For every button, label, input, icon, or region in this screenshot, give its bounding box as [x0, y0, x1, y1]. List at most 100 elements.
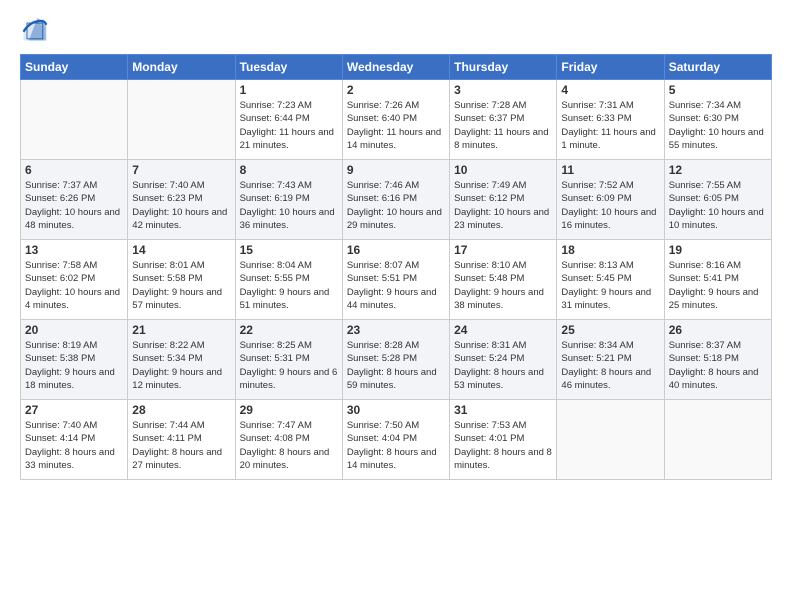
- calendar-cell: 20 Sunrise: 8:19 AM Sunset: 5:38 PM Dayli…: [21, 320, 128, 400]
- day-number: 12: [669, 163, 767, 177]
- cell-text: Sunrise: 7:23 AM Sunset: 6:44 PM Dayligh…: [240, 99, 338, 152]
- calendar-body: 1 Sunrise: 7:23 AM Sunset: 6:44 PM Daylig…: [21, 80, 772, 480]
- day-number: 4: [561, 83, 659, 97]
- cell-text: Sunrise: 8:19 AM Sunset: 5:38 PM Dayligh…: [25, 339, 123, 392]
- calendar-cell: 30 Sunrise: 7:50 AM Sunset: 4:04 PM Dayli…: [342, 400, 449, 480]
- calendar-cell: 5Sunrise: 7:34 AM Sunset: 6:30 PM Daylig…: [664, 80, 771, 160]
- calendar-week: 13Sunrise: 7:58 AM Sunset: 6:02 PM Dayli…: [21, 240, 772, 320]
- day-number: 17: [454, 243, 552, 257]
- cell-text: Sunrise: 8:01 AM Sunset: 5:58 PM Dayligh…: [132, 259, 230, 312]
- calendar-cell: 12 Sunrise: 7:55 AM Sunset: 6:05 PM Dayli…: [664, 160, 771, 240]
- calendar-cell: 4 Sunrise: 7:31 AM Sunset: 6:33 PM Daylig…: [557, 80, 664, 160]
- day-number: 19: [669, 243, 767, 257]
- cell-text: Sunrise: 7:34 AM Sunset: 6:30 PM Dayligh…: [669, 99, 767, 152]
- day-number: 6: [25, 163, 123, 177]
- cell-text: Sunrise: 8:10 AM Sunset: 5:48 PM Dayligh…: [454, 259, 552, 312]
- header: [20, 16, 772, 44]
- day-number: 18: [561, 243, 659, 257]
- day-number: 2: [347, 83, 445, 97]
- calendar-cell: 24 Sunrise: 8:31 AM Sunset: 5:24 PM Dayli…: [450, 320, 557, 400]
- day-number: 8: [240, 163, 338, 177]
- cell-text: Sunrise: 7:53 AM Sunset: 4:01 PM Dayligh…: [454, 419, 552, 472]
- cell-text: Sunrise: 8:31 AM Sunset: 5:24 PM Dayligh…: [454, 339, 552, 392]
- calendar-header: SundayMondayTuesdayWednesdayThursdayFrid…: [21, 55, 772, 80]
- cell-text: Sunrise: 7:50 AM Sunset: 4:04 PM Dayligh…: [347, 419, 445, 472]
- day-number: 24: [454, 323, 552, 337]
- calendar-cell: 10Sunrise: 7:49 AM Sunset: 6:12 PM Dayli…: [450, 160, 557, 240]
- day-number: 15: [240, 243, 338, 257]
- cell-text: Sunrise: 7:40 AM Sunset: 6:23 PM Dayligh…: [132, 179, 230, 232]
- calendar-cell: [664, 400, 771, 480]
- day-number: 20: [25, 323, 123, 337]
- calendar-cell: 17 Sunrise: 8:10 AM Sunset: 5:48 PM Dayli…: [450, 240, 557, 320]
- calendar-cell: 27 Sunrise: 7:40 AM Sunset: 4:14 PM Dayli…: [21, 400, 128, 480]
- cell-text: Sunrise: 8:07 AM Sunset: 5:51 PM Dayligh…: [347, 259, 445, 312]
- day-number: 1: [240, 83, 338, 97]
- calendar-cell: 9Sunrise: 7:46 AM Sunset: 6:16 PM Daylig…: [342, 160, 449, 240]
- weekday-header: Monday: [128, 55, 235, 80]
- cell-text: Sunrise: 8:37 AM Sunset: 5:18 PM Dayligh…: [669, 339, 767, 392]
- calendar-week: 6 Sunrise: 7:37 AM Sunset: 6:26 PM Daylig…: [21, 160, 772, 240]
- calendar-cell: 28Sunrise: 7:44 AM Sunset: 4:11 PM Dayli…: [128, 400, 235, 480]
- calendar-cell: [21, 80, 128, 160]
- calendar-cell: 18 Sunrise: 8:13 AM Sunset: 5:45 PM Dayli…: [557, 240, 664, 320]
- cell-text: Sunrise: 8:25 AM Sunset: 5:31 PM Dayligh…: [240, 339, 338, 392]
- cell-text: Sunrise: 7:46 AM Sunset: 6:16 PM Dayligh…: [347, 179, 445, 232]
- calendar-cell: 23 Sunrise: 8:28 AM Sunset: 5:28 PM Dayli…: [342, 320, 449, 400]
- calendar-cell: 21 Sunrise: 8:22 AM Sunset: 5:34 PM Dayli…: [128, 320, 235, 400]
- weekday-header: Friday: [557, 55, 664, 80]
- calendar-cell: 14Sunrise: 8:01 AM Sunset: 5:58 PM Dayli…: [128, 240, 235, 320]
- cell-text: Sunrise: 7:37 AM Sunset: 6:26 PM Dayligh…: [25, 179, 123, 232]
- cell-text: Sunrise: 7:47 AM Sunset: 4:08 PM Dayligh…: [240, 419, 338, 472]
- calendar-cell: 22 Sunrise: 8:25 AM Sunset: 5:31 PM Dayli…: [235, 320, 342, 400]
- cell-text: Sunrise: 7:26 AM Sunset: 6:40 PM Dayligh…: [347, 99, 445, 152]
- weekday-header: Thursday: [450, 55, 557, 80]
- logo: [20, 16, 52, 44]
- calendar-cell: 8 Sunrise: 7:43 AM Sunset: 6:19 PM Daylig…: [235, 160, 342, 240]
- day-number: 22: [240, 323, 338, 337]
- day-number: 23: [347, 323, 445, 337]
- weekday-header: Tuesday: [235, 55, 342, 80]
- cell-text: Sunrise: 7:44 AM Sunset: 4:11 PM Dayligh…: [132, 419, 230, 472]
- cell-text: Sunrise: 8:34 AM Sunset: 5:21 PM Dayligh…: [561, 339, 659, 392]
- day-number: 26: [669, 323, 767, 337]
- calendar-cell: 6 Sunrise: 7:37 AM Sunset: 6:26 PM Daylig…: [21, 160, 128, 240]
- calendar-week: 20 Sunrise: 8:19 AM Sunset: 5:38 PM Dayli…: [21, 320, 772, 400]
- day-number: 3: [454, 83, 552, 97]
- cell-text: Sunrise: 7:49 AM Sunset: 6:12 PM Dayligh…: [454, 179, 552, 232]
- calendar-cell: [128, 80, 235, 160]
- cell-text: Sunrise: 8:04 AM Sunset: 5:55 PM Dayligh…: [240, 259, 338, 312]
- cell-text: Sunrise: 7:28 AM Sunset: 6:37 PM Dayligh…: [454, 99, 552, 152]
- cell-text: Sunrise: 7:55 AM Sunset: 6:05 PM Dayligh…: [669, 179, 767, 232]
- cell-text: Sunrise: 8:22 AM Sunset: 5:34 PM Dayligh…: [132, 339, 230, 392]
- day-number: 29: [240, 403, 338, 417]
- weekday-header: Sunday: [21, 55, 128, 80]
- cell-text: Sunrise: 8:16 AM Sunset: 5:41 PM Dayligh…: [669, 259, 767, 312]
- cell-text: Sunrise: 7:52 AM Sunset: 6:09 PM Dayligh…: [561, 179, 659, 232]
- calendar-cell: 31 Sunrise: 7:53 AM Sunset: 4:01 PM Dayli…: [450, 400, 557, 480]
- day-number: 21: [132, 323, 230, 337]
- day-number: 27: [25, 403, 123, 417]
- calendar-cell: 7 Sunrise: 7:40 AM Sunset: 6:23 PM Daylig…: [128, 160, 235, 240]
- calendar-table: SundayMondayTuesdayWednesdayThursdayFrid…: [20, 54, 772, 480]
- calendar-cell: 26 Sunrise: 8:37 AM Sunset: 5:18 PM Dayli…: [664, 320, 771, 400]
- logo-icon: [20, 16, 48, 44]
- calendar-week: 27 Sunrise: 7:40 AM Sunset: 4:14 PM Dayli…: [21, 400, 772, 480]
- page: SundayMondayTuesdayWednesdayThursdayFrid…: [0, 0, 792, 612]
- cell-text: Sunrise: 7:43 AM Sunset: 6:19 PM Dayligh…: [240, 179, 338, 232]
- calendar-cell: 1 Sunrise: 7:23 AM Sunset: 6:44 PM Daylig…: [235, 80, 342, 160]
- calendar-cell: 16Sunrise: 8:07 AM Sunset: 5:51 PM Dayli…: [342, 240, 449, 320]
- day-number: 30: [347, 403, 445, 417]
- cell-text: Sunrise: 7:40 AM Sunset: 4:14 PM Dayligh…: [25, 419, 123, 472]
- cell-text: Sunrise: 7:58 AM Sunset: 6:02 PM Dayligh…: [25, 259, 123, 312]
- cell-text: Sunrise: 7:31 AM Sunset: 6:33 PM Dayligh…: [561, 99, 659, 152]
- cell-text: Sunrise: 8:28 AM Sunset: 5:28 PM Dayligh…: [347, 339, 445, 392]
- calendar-cell: 3 Sunrise: 7:28 AM Sunset: 6:37 PM Daylig…: [450, 80, 557, 160]
- weekday-row: SundayMondayTuesdayWednesdayThursdayFrid…: [21, 55, 772, 80]
- weekday-header: Wednesday: [342, 55, 449, 80]
- day-number: 7: [132, 163, 230, 177]
- day-number: 31: [454, 403, 552, 417]
- cell-text: Sunrise: 8:13 AM Sunset: 5:45 PM Dayligh…: [561, 259, 659, 312]
- calendar-cell: 15 Sunrise: 8:04 AM Sunset: 5:55 PM Dayli…: [235, 240, 342, 320]
- calendar-week: 1 Sunrise: 7:23 AM Sunset: 6:44 PM Daylig…: [21, 80, 772, 160]
